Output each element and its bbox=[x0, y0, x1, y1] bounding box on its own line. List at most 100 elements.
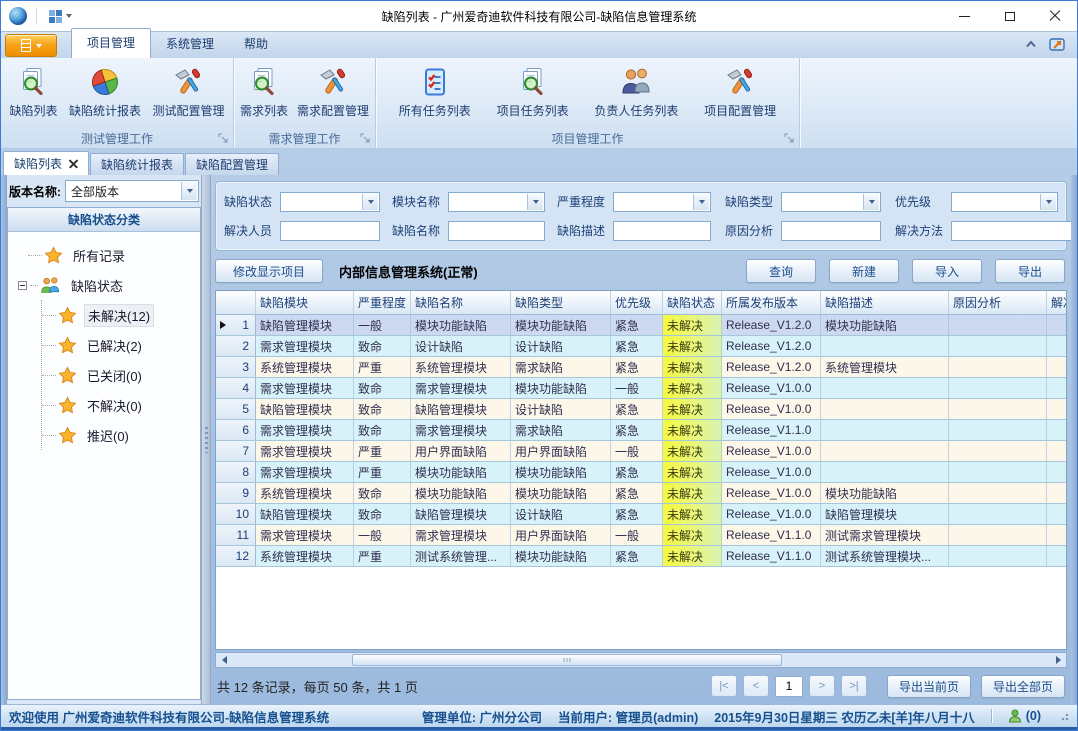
requirement-config-button[interactable]: 需求配置管理 bbox=[294, 63, 372, 121]
column-header-status[interactable]: 缺陷状态 bbox=[663, 291, 722, 314]
tree-item-postponed[interactable]: 推迟(0) bbox=[42, 420, 198, 450]
filter-input-solution[interactable] bbox=[951, 221, 1078, 241]
dropdown-arrow-button[interactable] bbox=[693, 194, 709, 210]
scrollbar-thumb[interactable] bbox=[352, 654, 782, 666]
column-header-name[interactable]: 缺陷名称 bbox=[411, 291, 511, 314]
filter-select-priority[interactable] bbox=[951, 192, 1058, 212]
project-config-button[interactable]: 项目配置管理 bbox=[701, 63, 779, 121]
ribbon-tab-0[interactable]: 项目管理 bbox=[71, 28, 151, 58]
ribbon-button-label: 项目任务列表 bbox=[497, 102, 569, 119]
column-header-type[interactable]: 缺陷类型 bbox=[511, 291, 611, 314]
doc-search-icon bbox=[247, 65, 281, 99]
tree-item-resolved[interactable]: 已解决(2) bbox=[42, 330, 198, 360]
dialog-launcher-icon[interactable] bbox=[360, 133, 371, 144]
filter-field-defect-name: 缺陷名称 bbox=[392, 221, 549, 241]
filter-input-resolver[interactable] bbox=[280, 221, 380, 241]
dropdown-arrow-button[interactable] bbox=[1040, 194, 1056, 210]
table-row[interactable]: 8需求管理模块严重模块功能缺陷模块功能缺陷紧急未解决Release_V1.0.0 bbox=[216, 462, 1066, 483]
prev-page-button[interactable]: < bbox=[743, 675, 769, 697]
resize-grip[interactable] bbox=[1059, 711, 1069, 721]
about-icon[interactable] bbox=[1049, 36, 1067, 52]
first-page-button[interactable]: |< bbox=[711, 675, 737, 697]
test-config-button[interactable]: 测试配置管理 bbox=[149, 63, 227, 121]
column-header-cause[interactable]: 原因分析 bbox=[949, 291, 1047, 314]
tree-item-all-records[interactable]: 所有记录 bbox=[14, 240, 198, 270]
dialog-launcher-icon[interactable] bbox=[218, 133, 229, 144]
modify-columns-button[interactable]: 修改显示项目 bbox=[215, 259, 323, 283]
row-selector-header[interactable] bbox=[216, 291, 256, 314]
column-header-release[interactable]: 所属发布版本 bbox=[722, 291, 821, 314]
message-indicator[interactable]: (0) bbox=[1008, 709, 1041, 723]
table-row[interactable]: 9系统管理模块致命模块功能缺陷模块功能缺陷紧急未解决Release_V1.0.0… bbox=[216, 483, 1066, 504]
ribbon-tab-2[interactable]: 帮助 bbox=[229, 30, 283, 58]
page-number-input[interactable] bbox=[775, 676, 803, 697]
scrollbar-track[interactable] bbox=[232, 653, 1050, 667]
application-menu-button[interactable] bbox=[5, 34, 57, 57]
tab-defect-config[interactable]: 缺陷配置管理 bbox=[185, 153, 279, 175]
last-page-button[interactable]: >| bbox=[841, 675, 867, 697]
collapse-ribbon-icon[interactable] bbox=[1025, 40, 1037, 48]
table-row[interactable]: 3系统管理模块严重系统管理模块需求缺陷紧急未解决Release_V1.2.0系统… bbox=[216, 357, 1066, 378]
column-header-severity[interactable]: 严重程度 bbox=[354, 291, 411, 314]
tree-item-wontfix[interactable]: 不解决(0) bbox=[42, 390, 198, 420]
new-button[interactable]: 新建 bbox=[829, 259, 899, 283]
close-tab-icon[interactable] bbox=[69, 159, 78, 168]
filter-select-defect-type[interactable] bbox=[781, 192, 881, 212]
ribbon-group-caption: 测试管理工作 bbox=[1, 128, 233, 148]
ribbon-tab-1[interactable]: 系统管理 bbox=[151, 30, 229, 58]
collapse-node-icon[interactable] bbox=[18, 281, 27, 290]
quick-access-toolbar-button[interactable] bbox=[46, 8, 75, 25]
panel-splitter[interactable] bbox=[201, 175, 211, 704]
export-all-pages-button[interactable]: 导出全部页 bbox=[981, 675, 1065, 698]
filter-input-cause-analysis[interactable] bbox=[781, 221, 881, 241]
owner-tasks-list-button[interactable]: 负责人任务列表 bbox=[591, 63, 681, 121]
defect-list-button[interactable]: 缺陷列表 bbox=[6, 63, 60, 121]
table-row[interactable]: 11需求管理模块一般需求管理模块用户界面缺陷一般未解决Release_V1.1.… bbox=[216, 525, 1066, 546]
column-header-module[interactable]: 缺陷模块 bbox=[256, 291, 354, 314]
table-row[interactable]: 12系统管理模块严重测试系统管理...模块功能缺陷紧急未解决Release_V1… bbox=[216, 546, 1066, 567]
table-row[interactable]: 4需求管理模块致命需求管理模块模块功能缺陷一般未解决Release_V1.0.0 bbox=[216, 378, 1066, 399]
ribbon-group-2: 所有任务列表项目任务列表负责人任务列表项目配置管理项目管理工作 bbox=[376, 58, 800, 148]
filter-input-defect-desc[interactable] bbox=[613, 221, 711, 241]
dropdown-arrow-button[interactable] bbox=[527, 194, 543, 210]
tree-item-closed[interactable]: 已关闭(0) bbox=[42, 360, 198, 390]
horizontal-scrollbar[interactable] bbox=[215, 652, 1067, 668]
scroll-right-button[interactable] bbox=[1050, 653, 1066, 667]
tree-item-unresolved[interactable]: 未解决(12) bbox=[42, 300, 198, 330]
tab-defect-stats-report[interactable]: 缺陷统计报表 bbox=[90, 153, 184, 175]
scroll-left-button[interactable] bbox=[216, 653, 232, 667]
column-header-solution[interactable]: 解决方法 bbox=[1047, 291, 1066, 314]
close-button[interactable] bbox=[1032, 1, 1077, 31]
table-row[interactable]: 10缺陷管理模块致命缺陷管理模块设计缺陷紧急未解决Release_V1.0.0缺… bbox=[216, 504, 1066, 525]
minimize-button[interactable] bbox=[942, 1, 987, 31]
all-tasks-list-button[interactable]: 所有任务列表 bbox=[396, 63, 474, 121]
dropdown-arrow-button[interactable] bbox=[362, 194, 378, 210]
filter-input-defect-name[interactable] bbox=[448, 221, 545, 241]
requirement-list-button[interactable]: 需求列表 bbox=[237, 63, 291, 121]
table-row[interactable]: 5缺陷管理模块致命缺陷管理模块设计缺陷紧急未解决Release_V1.0.0 bbox=[216, 399, 1066, 420]
filter-select-defect-status[interactable] bbox=[280, 192, 380, 212]
table-row[interactable]: 1缺陷管理模块一般模块功能缺陷模块功能缺陷紧急未解决Release_V1.2.0… bbox=[216, 315, 1066, 336]
tab-defect-list[interactable]: 缺陷列表 bbox=[3, 151, 89, 175]
query-button[interactable]: 查询 bbox=[746, 259, 816, 283]
version-select[interactable]: 全部版本 bbox=[65, 180, 199, 202]
dropdown-arrow-button[interactable] bbox=[181, 182, 197, 200]
export-current-page-button[interactable]: 导出当前页 bbox=[887, 675, 971, 698]
filter-select-severity[interactable] bbox=[613, 192, 711, 212]
project-tasks-list-button[interactable]: 项目任务列表 bbox=[494, 63, 572, 121]
row-number: 7 bbox=[242, 444, 249, 458]
table-row[interactable]: 2需求管理模块致命设计缺陷设计缺陷紧急未解决Release_V1.2.0 bbox=[216, 336, 1066, 357]
export-button[interactable]: 导出 bbox=[995, 259, 1065, 283]
dialog-launcher-icon[interactable] bbox=[784, 133, 795, 144]
dropdown-arrow-button[interactable] bbox=[863, 194, 879, 210]
table-row[interactable]: 6需求管理模块致命需求管理模块需求缺陷紧急未解决Release_V1.1.0 bbox=[216, 420, 1066, 441]
column-header-desc[interactable]: 缺陷描述 bbox=[821, 291, 949, 314]
next-page-button[interactable]: > bbox=[809, 675, 835, 697]
tree-item-defect-status[interactable]: 缺陷状态 bbox=[14, 270, 198, 300]
table-row[interactable]: 7需求管理模块严重用户界面缺陷用户界面缺陷一般未解决Release_V1.0.0 bbox=[216, 441, 1066, 462]
filter-select-module-name[interactable] bbox=[448, 192, 545, 212]
column-header-priority[interactable]: 优先级 bbox=[611, 291, 663, 314]
import-button[interactable]: 导入 bbox=[912, 259, 982, 283]
defect-stats-report-button[interactable]: 缺陷统计报表 bbox=[66, 63, 144, 121]
maximize-button[interactable] bbox=[987, 1, 1032, 31]
